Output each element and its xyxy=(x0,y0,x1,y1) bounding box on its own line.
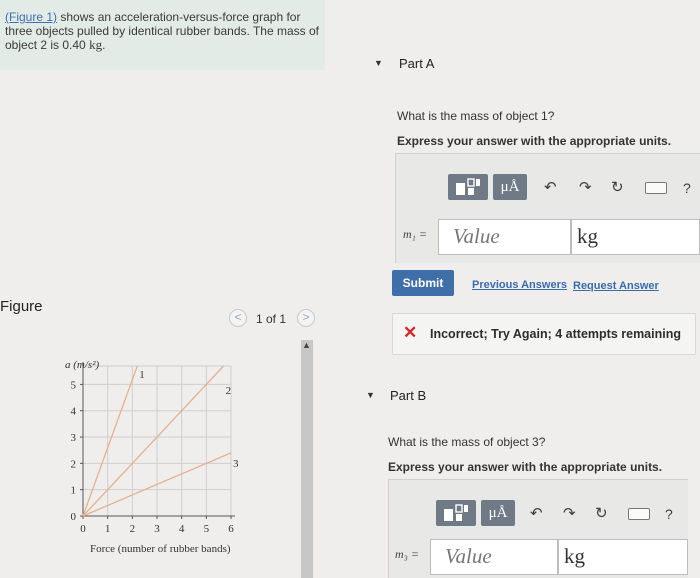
part-b-instruction: Express your answer with the appropriate… xyxy=(388,460,663,474)
part-b-title[interactable]: Part B xyxy=(390,388,426,403)
x-tick-label: 0 xyxy=(80,523,86,535)
x-tick-label: 2 xyxy=(130,523,136,535)
y-tick-label: 3 xyxy=(71,432,77,444)
x-tick-label: 4 xyxy=(179,523,185,535)
incorrect-x-icon: ✕ xyxy=(403,323,418,342)
problem-intro: (Figure 1) shows an acceleration-versus-… xyxy=(0,0,325,70)
series-label-2: 2 xyxy=(226,385,232,397)
part-b-value-input[interactable]: Value xyxy=(430,539,558,575)
part-b-collapse-caret[interactable]: ▼ xyxy=(366,390,375,400)
series-label-1: 1 xyxy=(139,369,145,381)
series-label-3: 3 xyxy=(233,458,239,470)
figure-label: Figure xyxy=(0,298,43,315)
y-axis-label: a (m/s²) xyxy=(65,359,99,371)
intro-unit: kg xyxy=(89,37,103,52)
part-b-question: What is the mass of object 3? xyxy=(388,435,546,449)
scroll-up-arrow[interactable]: ▲ xyxy=(302,340,311,350)
x-axis-label: Force (number of rubber bands) xyxy=(90,543,231,555)
part-a-previous-answers-link[interactable]: Previous Answers xyxy=(472,279,567,291)
part-a-value-input[interactable]: Value xyxy=(438,219,571,255)
part-b-help-icon[interactable]: ? xyxy=(665,506,673,522)
figure-link[interactable]: (Figure 1) xyxy=(5,10,57,24)
y-tick-label: 5 xyxy=(71,379,77,391)
graph-series: 1 2 3 xyxy=(82,365,239,517)
part-a-help-icon[interactable]: ? xyxy=(683,180,691,196)
part-a-redo-icon[interactable]: ↷ xyxy=(579,178,592,196)
part-a-title[interactable]: Part A xyxy=(399,56,434,71)
part-a-request-answer-link[interactable]: Request Answer xyxy=(573,280,659,292)
part-b-unit-input[interactable]: kg xyxy=(558,539,688,575)
part-b-redo-icon[interactable]: ↷ xyxy=(563,504,576,522)
figure-scrollbar[interactable] xyxy=(301,340,313,578)
x-tick-label: 5 xyxy=(204,523,210,535)
part-a-question: What is the mass of object 1? xyxy=(397,109,555,123)
part-a-feedback: ✕ Incorrect; Try Again; 4 attempts remai… xyxy=(392,313,696,355)
y-tick-label: 2 xyxy=(71,458,77,470)
part-a-keyboard-icon[interactable] xyxy=(645,182,667,194)
part-b-keyboard-icon[interactable] xyxy=(628,508,650,520)
acceleration-force-graph: 0 1 2 3 4 5 6 0 1 2 3 4 5 1 2 3 a (m/s²) Force (number… xyxy=(65,359,239,555)
graph-axes: 0 1 2 3 4 5 6 0 1 2 3 4 5 xyxy=(71,362,235,535)
part-a-units-button[interactable]: μÅ xyxy=(493,174,527,200)
part-a-instruction: Express your answer with the appropriate… xyxy=(397,134,672,148)
part-a-feedback-text: Incorrect; Try Again; 4 attempts remaini… xyxy=(430,327,681,341)
part-a-undo-icon[interactable]: ↶ xyxy=(544,178,557,196)
series-line-2 xyxy=(82,365,225,517)
part-b-variable-label: m₃ = xyxy=(395,547,419,561)
part-a-collapse-caret[interactable]: ▼ xyxy=(374,58,383,68)
template-icon xyxy=(456,178,480,195)
figure-next-button[interactable]: > xyxy=(297,309,315,327)
template-icon xyxy=(444,504,468,521)
part-a-variable-label: m₁ = xyxy=(403,227,427,241)
part-a-template-button[interactable] xyxy=(448,174,488,200)
part-a-reset-icon[interactable]: ↻ xyxy=(611,178,624,196)
graph-grid xyxy=(83,365,232,516)
y-tick-label: 1 xyxy=(71,485,77,497)
figure-prev-button[interactable]: < xyxy=(229,309,247,327)
y-tick-label: 4 xyxy=(71,406,77,418)
x-tick-label: 3 xyxy=(154,523,160,535)
part-b-template-button[interactable] xyxy=(436,500,476,526)
part-b-undo-icon[interactable]: ↶ xyxy=(530,504,543,522)
part-b-units-button[interactable]: μÅ xyxy=(481,500,515,526)
part-a-unit-input[interactable]: kg xyxy=(571,219,700,255)
figure-pager-text: 1 of 1 xyxy=(256,312,287,326)
part-b-reset-icon[interactable]: ↻ xyxy=(595,504,608,522)
intro-period: . xyxy=(102,38,106,52)
x-tick-label: 1 xyxy=(105,523,111,535)
x-tick-label: 6 xyxy=(228,523,234,535)
series-line-1 xyxy=(82,365,138,517)
y-tick-label: 0 xyxy=(71,511,77,523)
part-a-submit-button[interactable]: Submit xyxy=(392,270,454,296)
